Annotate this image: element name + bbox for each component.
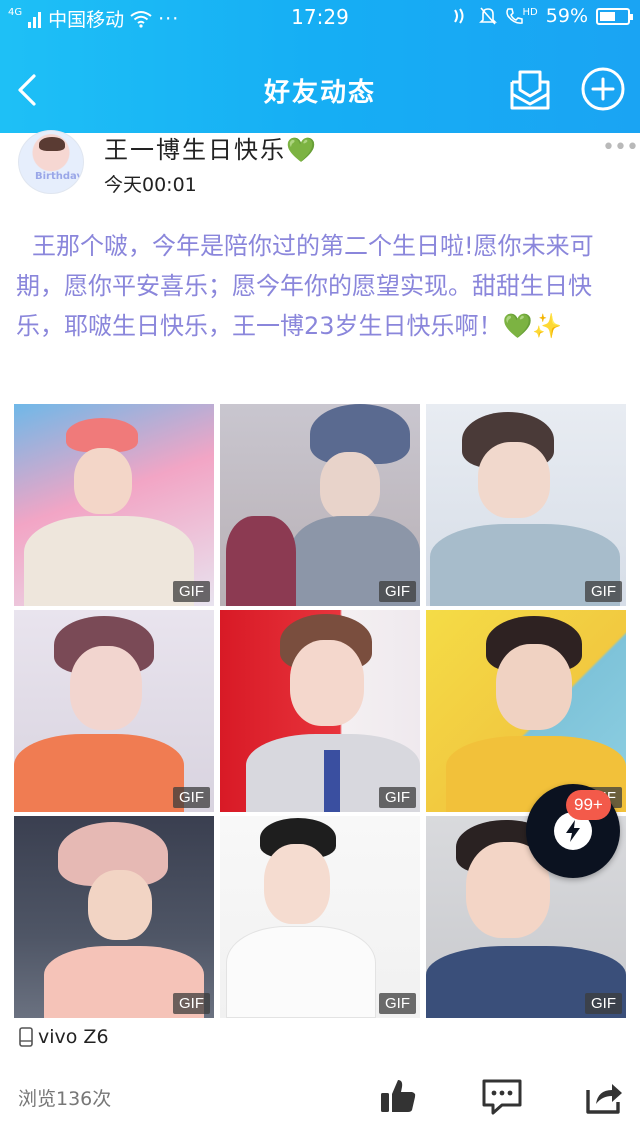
photo-face [74, 448, 132, 514]
mail-tray-icon [510, 70, 550, 110]
photo-cell[interactable]: GIF [14, 610, 214, 812]
photo-cell[interactable]: GIF [14, 404, 214, 606]
green-heart-icon: 💚 [286, 136, 318, 164]
status-right: HD 59% [451, 5, 633, 27]
avatar-caption: Birthday [35, 171, 83, 182]
notification-badge: 99+ [566, 790, 611, 820]
gif-badge: GIF [379, 787, 416, 808]
photo-face [320, 452, 380, 520]
photo-face [70, 646, 142, 730]
photo-body [24, 516, 194, 606]
thumbs-up-icon [381, 1080, 416, 1112]
gif-badge: GIF [173, 993, 210, 1014]
photo-cap [66, 418, 138, 452]
photo-cell[interactable]: GIF [426, 610, 626, 812]
nav-bar: 好友动态 [0, 52, 640, 128]
gif-badge: GIF [173, 787, 210, 808]
battery-level-fill [600, 11, 615, 21]
app-header: 4G 中国移动 ··· 17:29 HD 59% 好友动态 [0, 0, 640, 133]
photo-face [88, 870, 152, 940]
photo-cell[interactable]: GIF [220, 404, 420, 606]
post-time: 今天00:01 [104, 174, 197, 196]
comment-button[interactable] [480, 1076, 524, 1116]
gif-badge: GIF [585, 581, 622, 602]
status-bar: 4G 中国移动 ··· 17:29 HD 59% [0, 0, 640, 34]
gif-badge: GIF [379, 993, 416, 1014]
photo-face [290, 640, 364, 726]
add-button[interactable] [580, 66, 626, 112]
share-arrow-icon [586, 1084, 622, 1114]
author-avatar[interactable]: Birthday [18, 130, 84, 194]
like-button[interactable] [378, 1076, 418, 1116]
device-name: vivo Z6 [38, 1026, 109, 1048]
battery-percent: 59% [545, 5, 588, 27]
photo-face [496, 644, 572, 730]
device-label: vivo Z6 [18, 1026, 109, 1048]
author-name[interactable]: 王一博生日快乐💚 [104, 130, 318, 165]
avatar-hair [39, 137, 65, 151]
photo-cell[interactable]: GIF [220, 610, 420, 812]
plus-circle-icon [581, 67, 625, 111]
battery-icon [596, 7, 633, 25]
photo-grid: GIF GIF GIF GIF GIF GIF GIF GIF [14, 404, 626, 1018]
gif-badge: GIF [379, 581, 416, 602]
photo-body [226, 926, 376, 1018]
photo-face [264, 844, 330, 924]
photo-face [478, 442, 550, 518]
photo-cell[interactable]: GIF [220, 816, 420, 1018]
photo-cell[interactable]: GIF [14, 816, 214, 1018]
hd-call-icon: HD [505, 7, 538, 25]
photo-tie [324, 750, 340, 812]
more-options-button[interactable]: ••• [602, 137, 639, 159]
share-button[interactable] [584, 1076, 624, 1116]
comment-bubble-icon [482, 1079, 522, 1115]
gif-badge: GIF [585, 993, 622, 1014]
photo-flowers [226, 516, 296, 606]
photo-cell[interactable]: GIF [426, 404, 626, 606]
view-count: 浏览136次 [18, 1088, 112, 1110]
gif-badge: GIF [173, 581, 210, 602]
hd-label: HD [522, 7, 538, 18]
phone-icon [19, 1027, 33, 1047]
mute-bell-icon [478, 7, 497, 25]
author-name-text: 王一博生日快乐 [104, 136, 286, 164]
post-body-text: 王那个啵，今年是陪你过的第二个生日啦!愿你未来可期，愿你平安喜乐；愿今年你的愿望… [16, 232, 594, 340]
photo-body [14, 734, 184, 812]
nfc-icon [453, 8, 464, 24]
messages-button[interactable] [506, 66, 554, 114]
